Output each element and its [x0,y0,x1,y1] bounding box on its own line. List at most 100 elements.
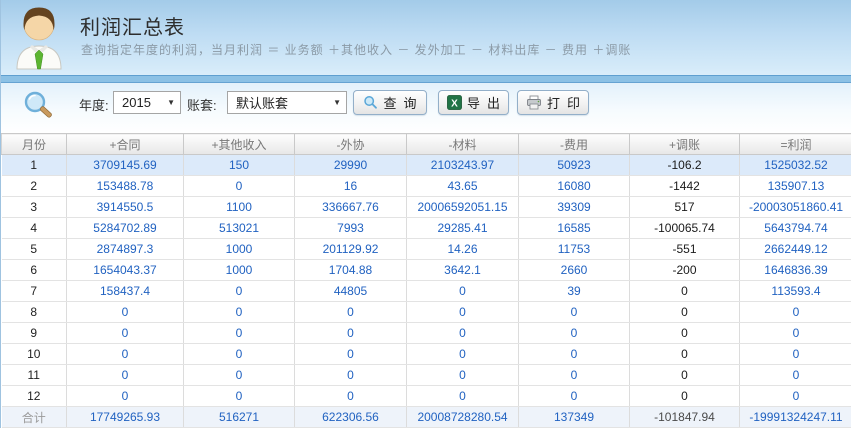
app-window: 利润汇总表 查询指定年度的利润，当月利润 ＝ 业务额 ＋其他收入 － 发外加工 … [0,0,851,428]
value-cell: 0 [184,386,295,407]
export-button-label: 导出 [467,93,507,112]
value-cell: -551 [630,239,740,260]
value-cell: 0 [740,386,851,407]
value-cell: 0 [630,344,740,365]
table-row[interactable]: 100000000 [2,344,851,365]
value-cell: 1646836.39 [740,260,851,281]
value-cell: 14.26 [407,239,519,260]
month-cell: 8 [2,302,67,323]
value-cell: 0 [407,386,519,407]
value-cell: 0 [67,386,184,407]
value-cell: 1704.88 [295,260,407,281]
table-row[interactable]: 61654043.3710001704.883642.12660-2001646… [2,260,851,281]
value-cell: 0 [630,365,740,386]
value-cell: 0 [67,323,184,344]
value-cell: 622306.56 [295,407,407,428]
svg-text:X: X [451,98,458,109]
value-cell: 150 [184,155,295,176]
value-cell: 0 [295,386,407,407]
value-cell: 517 [630,197,740,218]
table-row[interactable]: 80000000 [2,302,851,323]
value-cell: 0 [740,302,851,323]
value-cell: 516271 [184,407,295,428]
search-button[interactable]: 查询 [353,90,427,115]
column-header: -材料 [407,134,519,155]
value-cell: -200 [630,260,740,281]
value-cell: 0 [67,302,184,323]
value-cell: -101847.94 [630,407,740,428]
value-cell: 0 [184,344,295,365]
table-row[interactable]: 120000000 [2,386,851,407]
table-row[interactable]: 7158437.40448050390113593.4 [2,281,851,302]
total-label-cell: 合计 [2,407,67,428]
chevron-down-icon: ▼ [333,98,341,107]
month-cell: 3 [2,197,67,218]
table-row[interactable]: 45284702.89513021799329285.4116585-10006… [2,218,851,239]
value-cell: -19991324247.11 [740,407,851,428]
printer-icon [526,95,542,110]
value-cell: -20003051860.41 [740,197,851,218]
month-cell: 2 [2,176,67,197]
print-button[interactable]: 打印 [517,90,589,115]
value-cell: 20006592051.15 [407,197,519,218]
column-header: -外协 [295,134,407,155]
table-row[interactable]: 90000000 [2,323,851,344]
value-cell: 0 [519,302,630,323]
value-cell: 0 [295,323,407,344]
value-cell: 43.65 [407,176,519,197]
value-cell: -106.2 [630,155,740,176]
value-cell: 29285.41 [407,218,519,239]
value-cell: 3914550.5 [67,197,184,218]
table-row[interactable]: 13709145.69150299902103243.9750923-106.2… [2,155,851,176]
value-cell: 0 [519,386,630,407]
value-cell: 29990 [295,155,407,176]
account-select[interactable]: 默认账套 ▼ [227,91,347,114]
table-row[interactable]: 2153488.7801643.6516080-1442135907.13 [2,176,851,197]
value-cell: 0 [407,323,519,344]
account-label: 账套: [187,95,217,114]
value-cell: 0 [184,302,295,323]
value-cell: -100065.74 [630,218,740,239]
value-cell: 2662449.12 [740,239,851,260]
value-cell: 5643794.74 [740,218,851,239]
column-header: =利润 [740,134,851,155]
account-select-value: 默认账套 [236,93,288,112]
value-cell: 0 [630,281,740,302]
month-cell: 1 [2,155,67,176]
value-cell: 0 [295,344,407,365]
value-cell: 0 [519,344,630,365]
magnifier-icon [21,89,57,125]
month-cell: 4 [2,218,67,239]
value-cell: 0 [740,323,851,344]
value-cell: 0 [740,365,851,386]
year-select-value: 2015 [122,95,151,110]
column-header: +合同 [67,134,184,155]
value-cell: 0 [407,365,519,386]
value-cell: 0 [295,302,407,323]
chevron-down-icon: ▼ [167,98,175,107]
value-cell: 137349 [519,407,630,428]
value-cell: 0 [67,365,184,386]
user-avatar-icon [13,3,65,71]
table-row[interactable]: 52874897.31000201129.9214.2611753-551266… [2,239,851,260]
export-button[interactable]: X 导出 [438,90,509,115]
value-cell: 0 [519,365,630,386]
value-cell: 0 [407,302,519,323]
value-cell: 0 [630,302,740,323]
value-cell: 0 [184,365,295,386]
year-select[interactable]: 2015 ▼ [113,91,181,114]
value-cell: 11753 [519,239,630,260]
value-cell: 1000 [184,260,295,281]
value-cell: 3642.1 [407,260,519,281]
table-row[interactable]: 33914550.51100336667.7620006592051.15393… [2,197,851,218]
value-cell: 135907.13 [740,176,851,197]
value-cell: 7993 [295,218,407,239]
table-header-row: 月份+合同+其他收入-外协-材料-费用+调账=利润 [2,134,851,155]
profit-table: 月份+合同+其他收入-外协-材料-费用+调账=利润 13709145.69150… [1,133,851,428]
value-cell: 44805 [295,281,407,302]
table-row[interactable]: 110000000 [2,365,851,386]
value-cell: 113593.4 [740,281,851,302]
search-button-label: 查询 [383,93,423,112]
value-cell: 0 [184,176,295,197]
month-cell: 9 [2,323,67,344]
